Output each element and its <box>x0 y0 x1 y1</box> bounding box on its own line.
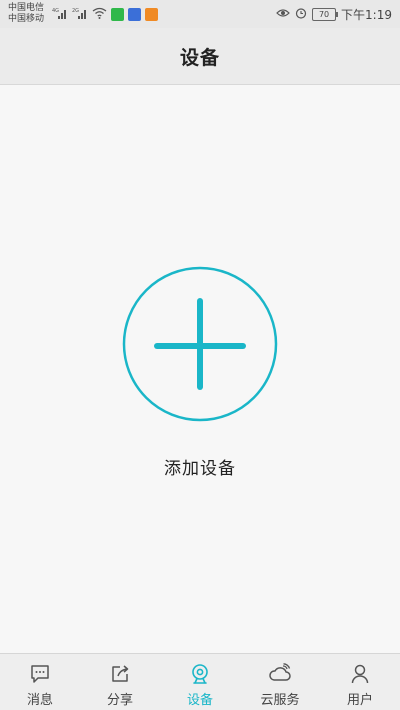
nav-item-share[interactable]: 分享 <box>80 654 160 710</box>
add-device-button[interactable] <box>122 266 278 422</box>
cloud-icon <box>269 663 291 681</box>
header: 设备 <box>0 28 400 85</box>
nav-label-share: 分享 <box>106 693 133 708</box>
alarm-icon <box>295 7 307 22</box>
status-right: 70 下午1:19 <box>276 6 392 22</box>
nav-label-user: 用户 <box>346 693 373 708</box>
nav-item-devices[interactable]: 设备 <box>160 654 240 710</box>
bottom-nav: 消息 分享 设备 云服务 用户 <box>0 653 400 710</box>
wifi-icon <box>92 7 107 22</box>
nav-item-cloud[interactable]: 云服务 <box>240 654 320 710</box>
nav-item-messages[interactable]: 消息 <box>0 654 80 710</box>
nav-label-messages: 消息 <box>26 693 53 708</box>
plus-circle-icon <box>122 266 278 422</box>
status-time: 下午1:19 <box>341 7 392 22</box>
page-title: 设备 <box>179 46 220 69</box>
app-notification-icon <box>111 7 124 21</box>
nav-label-devices: 设备 <box>186 693 213 708</box>
nav-label-cloud: 云服务 <box>260 693 300 708</box>
main-content: 添加设备 <box>0 85 400 653</box>
signal-2-icon: 2G <box>72 7 88 22</box>
add-device-label: 添加设备 <box>164 459 236 479</box>
message-icon <box>31 665 49 683</box>
status-left-icons: 4G 2G <box>52 6 158 22</box>
camera-icon <box>192 664 208 684</box>
signal-1-icon: 4G <box>52 7 68 22</box>
carrier-info: 中国电信 中国移动 <box>8 3 44 25</box>
eye-icon <box>276 7 290 21</box>
nav-item-user[interactable]: 用户 <box>320 654 400 710</box>
screen: 中国电信 中国移动 4G 2G 70 下午1:19 设备 添加设备 消息 分享 … <box>0 0 400 710</box>
battery-icon: 70 <box>312 7 339 21</box>
net-1-text: 4G <box>52 8 59 14</box>
net-2-text: 2G <box>72 8 79 14</box>
carrier-2: 中国移动 <box>8 14 45 24</box>
share-icon <box>112 665 129 682</box>
carrier-1: 中国电信 <box>8 3 45 13</box>
video-notification-icon <box>145 7 158 21</box>
user-icon <box>351 664 369 684</box>
status-bar: 中国电信 中国移动 4G 2G 70 下午1:19 <box>0 0 400 28</box>
browser-notification-icon <box>128 7 141 21</box>
